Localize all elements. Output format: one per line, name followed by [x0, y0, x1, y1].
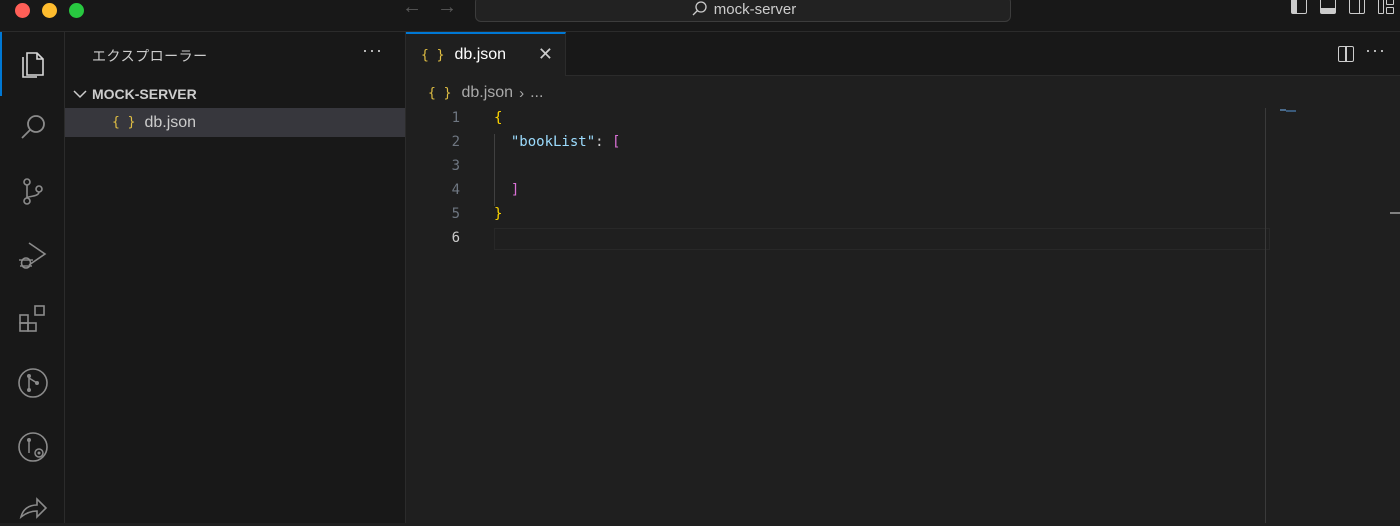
customize-layout-icon[interactable] — [1378, 0, 1394, 14]
code-editor[interactable]: 1 2 3 4 5 6 { "bookList": [ ] } — [406, 108, 1400, 523]
explorer-icon[interactable] — [16, 46, 50, 80]
command-center-label: mock-server — [713, 0, 797, 18]
split-editor-icon[interactable] — [1338, 46, 1354, 62]
sidebar-more-actions-icon[interactable]: ··· — [362, 40, 383, 61]
json-file-icon: { } — [112, 115, 136, 130]
file-label: db.json — [144, 113, 197, 131]
code-line: { — [494, 110, 502, 126]
editor-more-actions-icon[interactable]: ··· — [1365, 40, 1386, 61]
folder-label: MOCK-SERVER — [92, 86, 197, 102]
explorer-sidebar: エクスプローラー ··· MOCK-SERVER { } db.json — [65, 32, 406, 523]
line-number: 2 — [451, 134, 460, 150]
line-number: 5 — [451, 206, 460, 222]
close-window-button[interactable] — [15, 3, 30, 18]
line-number: 6 — [451, 230, 460, 246]
maximize-window-button[interactable] — [69, 3, 84, 18]
remote-share-icon[interactable] — [16, 492, 50, 526]
code-line: "bookList": [ — [494, 134, 621, 150]
extensions-icon[interactable] — [16, 302, 50, 336]
title-bar: ← → mock-server — [0, 0, 1400, 32]
line-number: 3 — [451, 158, 460, 174]
json-file-icon: { } — [428, 85, 452, 101]
breadcrumb-file[interactable]: db.json — [461, 84, 513, 102]
line-number: 1 — [451, 110, 460, 126]
json-file-icon: { } — [421, 47, 445, 63]
chevron-right-icon: › — [519, 84, 525, 102]
run-and-debug-icon[interactable] — [16, 238, 50, 272]
command-center[interactable]: mock-server — [475, 0, 1011, 22]
layout-controls — [1291, 0, 1394, 14]
git-graph-icon[interactable] — [16, 366, 50, 400]
scrollbar-marker[interactable] — [1390, 212, 1400, 214]
breadcrumb: { } db.json › ... — [406, 80, 543, 106]
code-line: } — [494, 206, 502, 222]
tab-label: db.json — [454, 46, 507, 63]
code-line: ] — [494, 182, 519, 198]
line-number: 4 — [451, 182, 460, 198]
folder-header[interactable]: MOCK-SERVER — [65, 82, 405, 106]
tab-db-json[interactable]: { } db.json ✕ — [406, 32, 566, 76]
toggle-primary-sidebar-icon[interactable] — [1291, 0, 1307, 14]
forward-arrow-icon[interactable]: → — [437, 0, 457, 19]
current-line-highlight — [494, 228, 1270, 250]
toggle-secondary-sidebar-icon[interactable] — [1349, 0, 1365, 14]
close-icon[interactable]: ✕ — [538, 44, 553, 65]
search-view-icon[interactable] — [16, 110, 50, 144]
minimap-divider — [1265, 108, 1266, 523]
open-brace: { — [494, 110, 503, 126]
minimize-window-button[interactable] — [42, 3, 57, 18]
breadcrumb-symbol[interactable]: ... — [530, 84, 543, 102]
search-icon — [692, 1, 707, 16]
activity-bar — [0, 32, 65, 523]
open-bracket: [ — [612, 134, 621, 150]
editor-tab-bar: { } db.json ✕ ··· — [406, 32, 1400, 76]
chevron-down-icon — [73, 89, 87, 99]
git-history-icon[interactable] — [16, 430, 50, 464]
close-bracket: ] — [510, 182, 520, 198]
colon: : — [595, 134, 613, 150]
close-brace: } — [494, 206, 503, 222]
active-indicator — [0, 32, 2, 96]
sidebar-title: エクスプローラー — [92, 48, 208, 64]
toggle-panel-icon[interactable] — [1320, 0, 1336, 14]
back-arrow-icon[interactable]: ← — [402, 0, 422, 19]
minimap[interactable] — [1278, 109, 1296, 113]
file-item-db-json[interactable]: { } db.json — [65, 108, 405, 137]
json-key: "bookList" — [510, 134, 596, 150]
source-control-icon[interactable] — [16, 174, 50, 208]
